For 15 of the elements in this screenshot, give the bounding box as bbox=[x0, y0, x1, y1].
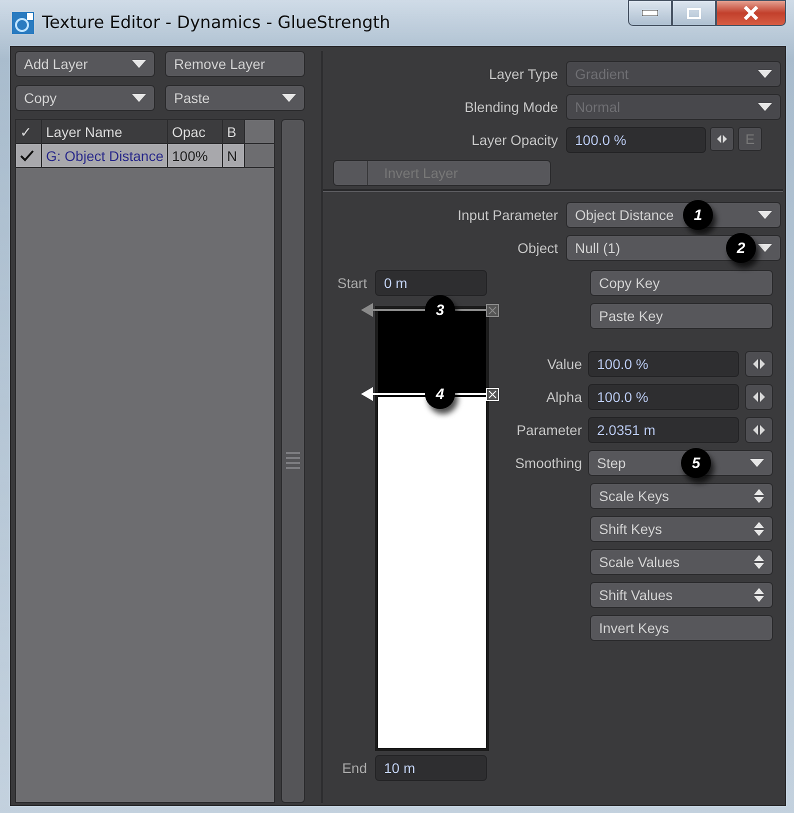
field-label: Alpha bbox=[545, 389, 582, 405]
window-title: Texture Editor - Dynamics - GlueStrength bbox=[42, 13, 390, 33]
field-label: Smoothing bbox=[514, 455, 582, 471]
field-label: Object bbox=[516, 240, 558, 256]
table-cell: 100% bbox=[168, 144, 223, 167]
field-label: Input Parameter bbox=[456, 207, 558, 223]
field-label: Parameter bbox=[516, 422, 582, 438]
table-cell: N bbox=[223, 144, 245, 167]
field-label: Layer Type bbox=[488, 66, 558, 82]
field-label: Value bbox=[546, 356, 582, 372]
field-label: End bbox=[341, 760, 367, 776]
field-label: Start bbox=[336, 275, 367, 291]
table-cell: G: Object Distance bbox=[42, 144, 168, 167]
field-label: Blending Mode bbox=[464, 99, 558, 115]
field-label: Layer Opacity bbox=[470, 132, 558, 148]
